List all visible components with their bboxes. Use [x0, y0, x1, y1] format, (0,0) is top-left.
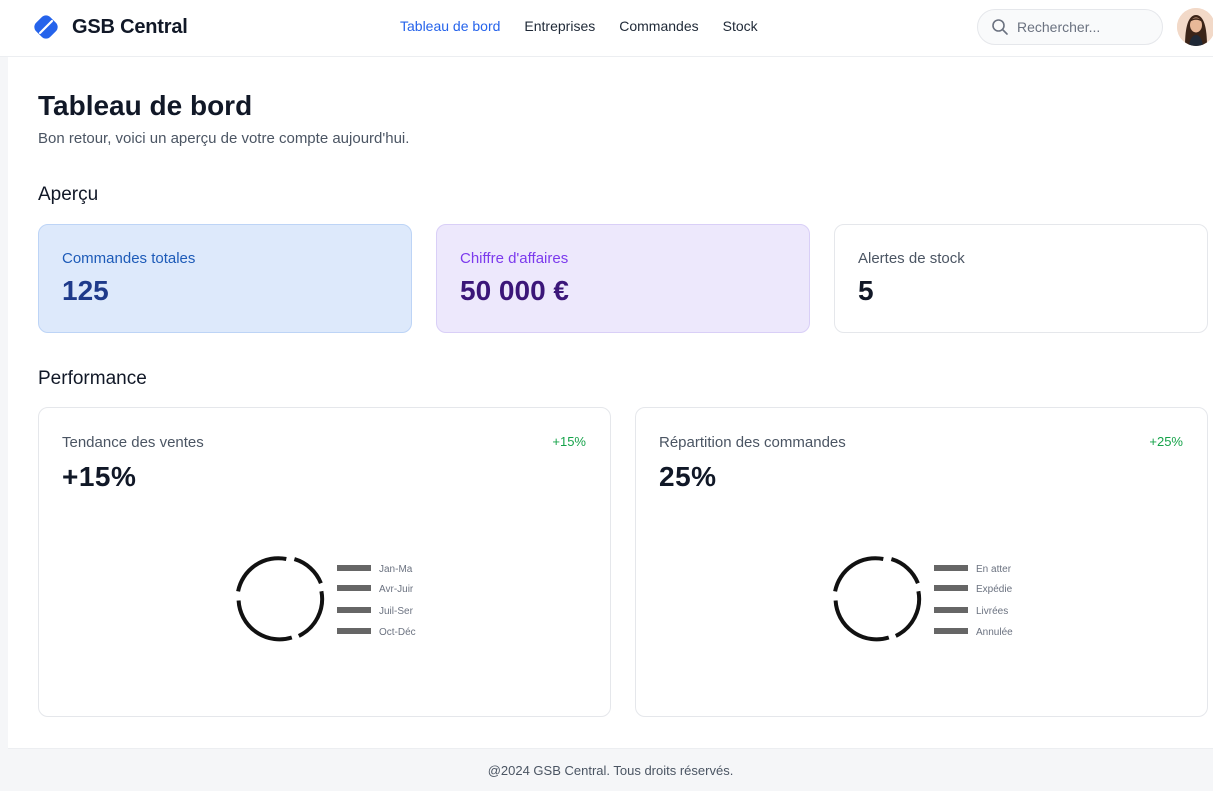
stat-value: 50 000 € [460, 275, 569, 306]
footer-text: @2024 GSB Central. Tous droits réservés. [487, 762, 734, 778]
legend-label: Expédie [976, 584, 1013, 595]
stat-value: 125 [62, 275, 109, 306]
brand-logo-icon [34, 15, 58, 39]
chart-legend: Jan-Ma Avr-Juir Juil-Ser Oct-Déc [337, 564, 416, 638]
nav-stock[interactable]: Stock [723, 18, 758, 34]
page-title: Tableau de bord [38, 90, 253, 121]
sales-donut-chart: Jan-Ma Avr-Juir Juil-Ser Oct-Déc [236, 556, 416, 642]
legend-label: Livrées [976, 606, 1008, 617]
donut-ring [236, 556, 325, 642]
stat-card-stock-alerts[interactable]: Alertes de stock 5 [834, 224, 1208, 333]
nav-entreprises[interactable]: Entreprises [524, 18, 595, 34]
legend-label: Oct-Déc [379, 627, 416, 638]
brand-name: GSB Central [72, 15, 188, 38]
page-subtitle: Bon retour, voici un aperçu de votre com… [38, 130, 410, 147]
stat-label: Commandes totales [62, 250, 196, 267]
top-header: GSB Central Tableau de bord Entreprises … [0, 0, 1213, 57]
stat-label: Alertes de stock [858, 250, 965, 267]
main-nav: Tableau de bord Entreprises Commandes St… [400, 18, 782, 34]
stat-card-revenue[interactable]: Chiffre d'affaires 50 000 € [436, 224, 810, 333]
donut-ring [833, 556, 922, 642]
orders-donut-chart: En atter Expédie Livrées Annulée [833, 556, 1013, 642]
overview-title: Aperçu [38, 184, 99, 205]
nav-commandes[interactable]: Commandes [619, 18, 698, 34]
legend-label: Jan-Ma [379, 564, 413, 575]
stat-label: Chiffre d'affaires [460, 250, 569, 267]
stat-card-orders[interactable]: Commandes totales 125 [38, 224, 412, 333]
stat-value: 5 [858, 275, 874, 306]
search-box[interactable] [977, 9, 1163, 45]
legend-label: Avr-Juir [379, 584, 414, 595]
search-icon [992, 19, 1008, 35]
footer: @2024 GSB Central. Tous droits réservés. [8, 748, 1213, 791]
orders-distribution-card: Répartition des commandes 25% +25% En at… [635, 407, 1208, 717]
chart-legend: En atter Expédie Livrées Annulée [934, 564, 1013, 638]
left-rail [0, 57, 8, 791]
avatar[interactable] [1177, 8, 1213, 46]
performance-title: Performance [38, 368, 147, 389]
legend-label: Juil-Ser [379, 606, 414, 617]
brand[interactable]: GSB Central [32, 12, 188, 42]
legend-label: En atter [976, 564, 1012, 575]
user-avatar-icon [1177, 8, 1213, 46]
legend-label: Annulée [976, 627, 1013, 638]
sales-trend-card: Tendance des ventes +15% +15% Jan-Ma Avr… [38, 407, 611, 717]
search-input[interactable] [1017, 19, 1147, 35]
nav-tableau-de-bord[interactable]: Tableau de bord [400, 18, 500, 34]
